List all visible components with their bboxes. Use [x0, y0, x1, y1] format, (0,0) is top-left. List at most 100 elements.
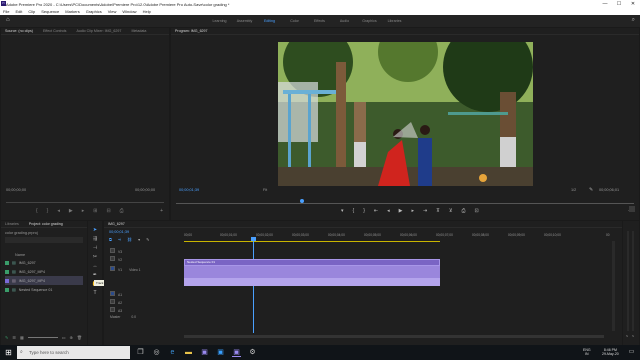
export-frame-icon[interactable]: ⎙: [120, 208, 124, 214]
menu-graphics[interactable]: Graphics: [86, 9, 102, 14]
comparison-view-icon[interactable]: ⊡: [475, 208, 479, 214]
nested-clip-v1[interactable]: [184, 266, 440, 278]
settings-wrench-icon[interactable]: ✎: [589, 187, 593, 193]
program-scrubber[interactable]: [176, 203, 634, 204]
type-tool-icon[interactable]: T: [93, 290, 96, 296]
list-view-icon[interactable]: ☰: [12, 335, 16, 340]
menu-markers[interactable]: Markers: [65, 9, 79, 14]
menu-window[interactable]: Window: [122, 9, 136, 14]
input-language[interactable]: ENG IN: [583, 348, 591, 356]
tab-audio-clip-mixer[interactable]: Audio Clip Mixer: IMG_6297: [76, 29, 121, 33]
new-bin-icon[interactable]: ▭: [62, 335, 66, 340]
notifications-icon[interactable]: ▭: [627, 348, 636, 357]
solo-left-button[interactable]: S: [626, 334, 628, 338]
mark-out-icon[interactable]: }: [363, 208, 365, 214]
workspace-tab-editing[interactable]: Editing: [257, 15, 282, 27]
track-header-v1[interactable]: V1 Video 1: [110, 266, 188, 280]
play-icon[interactable]: ▶: [69, 208, 73, 214]
workspace-tab-audio[interactable]: Audio: [332, 15, 357, 27]
home-icon[interactable]: ⌂: [6, 17, 10, 23]
program-scrollbar-handle[interactable]: [629, 206, 635, 212]
nested-clip-v2[interactable]: Nested Sequence 01: [184, 259, 440, 266]
track-header-master[interactable]: Master 0.0: [110, 315, 188, 323]
add-marker-icon[interactable]: ▾: [138, 237, 140, 242]
overwrite-icon[interactable]: ⊟: [106, 208, 110, 214]
menu-sequence[interactable]: Sequence: [41, 9, 59, 14]
playhead-handle[interactable]: [251, 237, 256, 241]
program-timecode-current[interactable]: 00;00;01;39: [179, 188, 199, 192]
workspace-tab-effects[interactable]: Effects: [307, 15, 332, 27]
menu-file[interactable]: File: [3, 9, 9, 14]
edge-icon[interactable]: e: [168, 348, 177, 357]
export-frame-icon[interactable]: ⎙: [462, 208, 466, 214]
workspace-tab-assembly[interactable]: Assembly: [232, 15, 257, 27]
snap-icon[interactable]: ⩤: [118, 237, 121, 242]
lift-icon[interactable]: ⊼: [436, 208, 440, 214]
timeline-horizontal-scrollbar[interactable]: [184, 335, 604, 338]
menu-view[interactable]: View: [108, 9, 117, 14]
track-header-a2[interactable]: A2: [110, 299, 188, 307]
add-button-icon[interactable]: +: [160, 208, 163, 214]
quality-dropdown[interactable]: 1/2: [571, 188, 576, 192]
track-header-a1[interactable]: A1: [110, 291, 188, 299]
name-column-header[interactable]: Name: [15, 253, 25, 257]
nested-clip-lower[interactable]: [184, 278, 440, 286]
icon-view-icon[interactable]: ▦: [20, 335, 24, 340]
new-item-icon[interactable]: ⊕: [70, 335, 73, 340]
go-to-in-icon[interactable]: ⇤: [374, 208, 378, 214]
mark-in-icon[interactable]: {: [353, 208, 355, 214]
list-item[interactable]: ▤ IMG_6297_MP4: [5, 276, 83, 285]
file-explorer-icon[interactable]: ▬: [184, 348, 193, 357]
premiere-pro-icon[interactable]: ▣: [200, 348, 209, 357]
settings-wrench-icon[interactable]: ✎: [146, 237, 149, 242]
windows-start-icon[interactable]: ⊞: [4, 348, 13, 357]
tab-libraries[interactable]: Libraries: [5, 222, 19, 226]
linked-selection-icon[interactable]: ⛓: [127, 237, 132, 242]
trash-icon[interactable]: 🗑: [77, 335, 82, 340]
timeline-vertical-scrollbar[interactable]: [612, 241, 615, 331]
workspace-tab-libraries[interactable]: Libraries: [382, 15, 407, 27]
zoom-slider[interactable]: [27, 337, 58, 338]
timeline-ruler[interactable]: 00;00 00;00;01;00 00;00;02;00 00;00;03;0…: [184, 233, 614, 243]
maximize-button[interactable]: ☐: [612, 0, 626, 8]
menu-help[interactable]: Help: [143, 9, 151, 14]
list-item[interactable]: ▤ IMG_6297_MP4: [5, 267, 45, 276]
menu-edit[interactable]: Edit: [15, 9, 22, 14]
mark-out-icon[interactable]: }: [47, 208, 49, 214]
workspace-tab-color[interactable]: Color: [282, 15, 307, 27]
list-item[interactable]: ▤ Nested Sequence 01: [5, 285, 52, 294]
insert-sequence-nest-icon[interactable]: ⧉: [109, 237, 112, 242]
insert-icon[interactable]: ⊞: [93, 208, 97, 214]
premiere-pro-active-icon[interactable]: ▣: [232, 348, 241, 357]
extract-icon[interactable]: ⊻: [449, 208, 453, 214]
timeline-timecode[interactable]: 00;00;01;39: [109, 230, 129, 234]
step-forward-icon[interactable]: ▸: [82, 208, 85, 214]
clock[interactable]: 8:46 PM 29-May-20: [602, 348, 619, 356]
tab-effect-controls[interactable]: Effect Controls: [43, 29, 67, 33]
mark-in-icon[interactable]: {: [36, 208, 38, 214]
settings-icon[interactable]: ⚙: [248, 348, 257, 357]
project-search-input[interactable]: [5, 237, 83, 243]
play-icon[interactable]: ▶: [399, 208, 403, 214]
track-header-v2[interactable]: V2: [110, 256, 188, 264]
add-marker-icon[interactable]: ▾: [341, 208, 344, 214]
go-to-out-icon[interactable]: ⇥: [423, 208, 427, 214]
taskbar-search-input[interactable]: ⌕ Type here to search: [17, 346, 130, 359]
pen-tool-icon[interactable]: ✒: [93, 272, 97, 278]
program-playhead[interactable]: [300, 199, 304, 203]
step-back-icon[interactable]: ◂: [387, 208, 390, 214]
track-header-v3[interactable]: V3: [110, 248, 188, 256]
minimize-button[interactable]: —: [598, 0, 612, 8]
slip-tool-icon[interactable]: ↔: [93, 263, 98, 269]
step-back-icon[interactable]: ◂: [57, 208, 60, 214]
chrome-icon[interactable]: ◎: [152, 348, 161, 357]
step-forward-icon[interactable]: ▸: [411, 208, 414, 214]
fit-dropdown[interactable]: Fit: [263, 188, 267, 192]
tab-source[interactable]: Source: (no clips): [5, 29, 33, 33]
photoshop-icon[interactable]: ▣: [216, 348, 225, 357]
tab-program[interactable]: Program: IMG_6297: [175, 29, 208, 33]
task-view-icon[interactable]: ❐: [136, 348, 145, 357]
pencil-icon[interactable]: ✎: [5, 335, 8, 340]
menu-clip[interactable]: Clip: [28, 9, 35, 14]
workspace-tab-learning[interactable]: Learning: [207, 15, 232, 27]
